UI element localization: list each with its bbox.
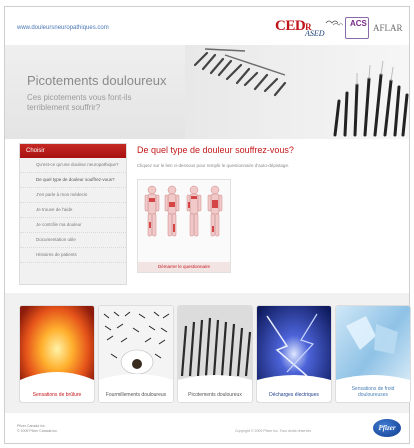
- sidebar-item-documentation[interactable]: Documentation utile: [20, 233, 126, 248]
- lightning-icon: [257, 306, 331, 402]
- page-container: www.douleursneuropathiques.com CEDR ASED…: [4, 6, 411, 444]
- body-map-card[interactable]: Démarrer le questionnaire: [137, 179, 231, 273]
- fire-icon: [20, 306, 94, 402]
- tile-label: Fourmillements douloureux: [105, 392, 167, 398]
- ants-icon: [99, 306, 173, 402]
- site-url-link[interactable]: www.douleursneuropathiques.com: [17, 25, 109, 31]
- tile-pricking[interactable]: Picotements douloureux: [177, 305, 253, 403]
- header: www.douleursneuropathiques.com CEDR ASED…: [5, 7, 409, 43]
- sidebar-item-doctor[interactable]: J'en parle à mon médecin: [20, 188, 126, 203]
- tile-label: Décharges électriques: [269, 392, 319, 398]
- sidebar-item-help[interactable]: Je trouve de l'aide: [20, 203, 126, 218]
- main-content: De quel type de douleur souffrez-vous? C…: [131, 143, 407, 285]
- instructions-text: Cliquez sur le lien ci-dessous pour remp…: [137, 163, 290, 168]
- body-map-icon: [144, 185, 223, 237]
- footer-copyright: Copyright © 2009 Pfizer Inc. Tous droits…: [235, 429, 312, 433]
- tile-burning[interactable]: Sensations de brûlure: [19, 305, 95, 403]
- banner-subtitle: Ces picotements vous font-ils terribleme…: [27, 93, 132, 112]
- needles-icon: [178, 306, 252, 402]
- sidebar-heading: Choisir: [20, 144, 126, 158]
- birds-logo-icon: [325, 20, 343, 26]
- acs-logo[interactable]: ACS: [350, 19, 367, 28]
- sidebar-item-pain-type[interactable]: De quel type de douleur souffrez-vous?: [20, 173, 126, 188]
- banner-title: Picotements douloureux: [27, 73, 167, 88]
- footer: Pfizer Canada inc. © 2009 Pfizer Canada …: [5, 415, 409, 443]
- sidebar-item-what-is[interactable]: Qu'est-ce qu'une douleur neuropathique?: [20, 158, 126, 173]
- pfizer-logo[interactable]: Pfizer: [373, 419, 401, 437]
- start-questionnaire-button[interactable]: Démarrer le questionnaire: [138, 262, 230, 272]
- tile-tingling[interactable]: Fourmillements douloureux: [98, 305, 174, 403]
- tile-label: Sensations de froid douloureuses: [351, 386, 395, 398]
- hero-banner: Picotements douloureux Ces picotements v…: [5, 45, 409, 139]
- tile-cold[interactable]: Sensations de froid douloureuses: [335, 305, 411, 403]
- tile-electric[interactable]: Décharges électriques: [256, 305, 332, 403]
- sidebar-nav: Choisir Qu'est-ce qu'une douleur neuropa…: [19, 143, 127, 285]
- tile-label: Picotements douloureux: [188, 392, 242, 398]
- tile-label: Sensations de brûlure: [32, 392, 82, 398]
- needles-illustration-icon: [185, 45, 409, 139]
- aflar-logo[interactable]: AFLAR: [373, 23, 403, 33]
- sidebar-item-control[interactable]: Je contrôle ma douleur: [20, 218, 126, 233]
- ased-logo[interactable]: ASED: [305, 29, 325, 38]
- pain-types-gallery: Sensations de brûlure Fourmillements dou…: [5, 293, 411, 413]
- footer-company: Pfizer Canada inc. © 2009 Pfizer Canada …: [17, 424, 58, 433]
- page-title: De quel type de douleur souffrez-vous?: [137, 145, 294, 155]
- sidebar-item-stories[interactable]: Histoires de patients: [20, 248, 126, 263]
